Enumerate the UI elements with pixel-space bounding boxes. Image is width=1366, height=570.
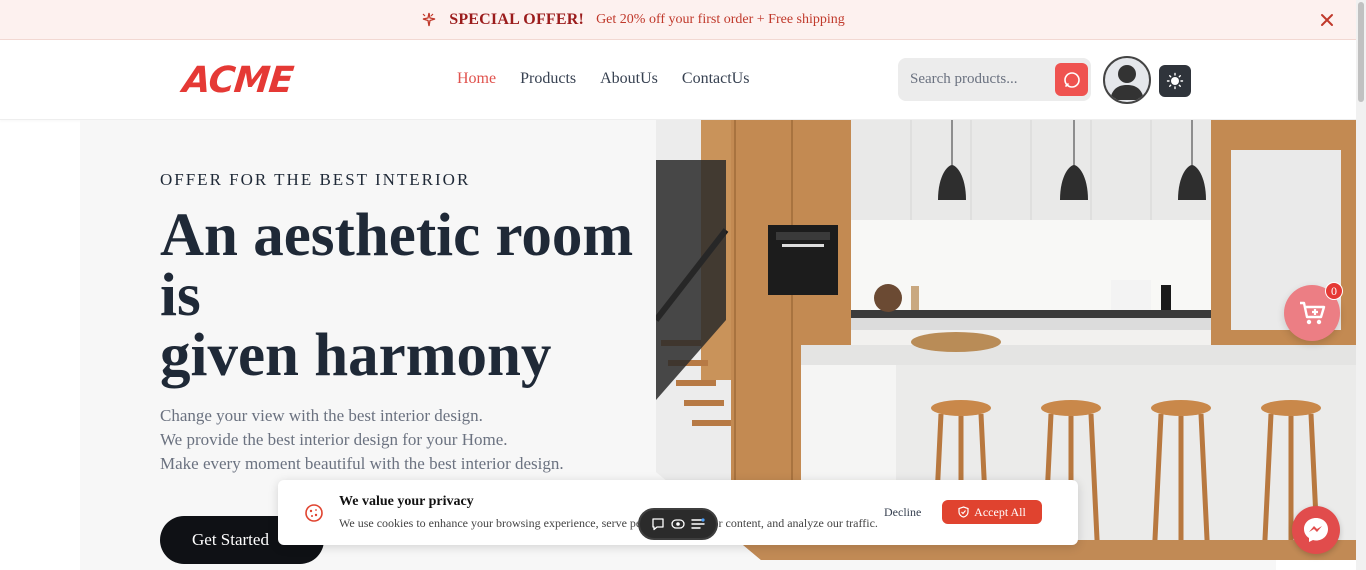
- user-avatar-button[interactable]: [1103, 56, 1151, 104]
- nav-item-products[interactable]: Products: [520, 70, 576, 88]
- cookie-icon: [304, 503, 324, 523]
- hero-subtitle: Change your view with the best interior …: [160, 404, 660, 476]
- search-icon: [1062, 70, 1082, 90]
- floating-toolbar: [638, 508, 718, 540]
- search-box: [898, 58, 1091, 101]
- accept-all-button[interactable]: Accept All: [942, 500, 1042, 524]
- main-nav: Home Products AboutUs ContactUs: [457, 70, 749, 88]
- user-avatar-icon: [1110, 65, 1144, 100]
- settings-list-icon[interactable]: [690, 516, 706, 532]
- search-input[interactable]: [910, 71, 1060, 88]
- shield-icon: [958, 506, 969, 518]
- decline-button[interactable]: Decline: [878, 500, 927, 524]
- promo-banner: SPECIAL OFFER! Get 20% off your first or…: [0, 0, 1356, 40]
- hero-eyebrow: OFFER FOR THE BEST INTERIOR: [160, 170, 471, 189]
- promo-title: SPECIAL OFFER!: [449, 10, 585, 28]
- promo-content: SPECIAL OFFER! Get 20% off your first or…: [421, 11, 845, 29]
- hero-title: An aesthetic room is given harmony: [160, 205, 660, 389]
- eye-toggle-icon[interactable]: [670, 516, 686, 532]
- promo-text: Get 20% off your first order + Free ship…: [596, 11, 845, 27]
- hero-title-line2: given harmony: [160, 322, 552, 389]
- cart-count-badge: 0: [1325, 282, 1343, 300]
- hero-text: OFFER FOR THE BEST INTERIOR An aesthetic…: [160, 170, 660, 476]
- close-icon[interactable]: [1318, 11, 1336, 29]
- theme-toggle-button[interactable]: [1159, 65, 1191, 97]
- chat-bubble-icon[interactable]: [650, 516, 666, 532]
- search-button[interactable]: [1055, 63, 1088, 96]
- cart-icon: [1300, 301, 1326, 325]
- cookie-text: We use cookies to enhance your browsing …: [339, 516, 878, 530]
- messenger-icon: [1304, 518, 1328, 542]
- nav-item-contactus[interactable]: ContactUs: [682, 70, 750, 88]
- cookie-title: We value your privacy: [339, 494, 474, 509]
- messenger-chat-button[interactable]: [1292, 506, 1340, 554]
- sun-icon: [1166, 72, 1184, 90]
- accept-all-label: Accept All: [974, 504, 1026, 519]
- hero-title-line1: An aesthetic room is: [160, 202, 634, 329]
- sparkle-icon: [421, 12, 437, 28]
- site-header: ACME Home Products AboutUs ContactUs: [0, 40, 1356, 120]
- hero-subtitle-line: Change your view with the best interior …: [160, 406, 483, 425]
- nav-item-aboutus[interactable]: AboutUs: [600, 70, 658, 88]
- nav-item-home[interactable]: Home: [457, 70, 496, 88]
- page-scrollbar[interactable]: [1356, 0, 1366, 570]
- site-logo[interactable]: ACME: [181, 60, 295, 101]
- hero-subtitle-line: Make every moment beautiful with the bes…: [160, 454, 564, 473]
- scrollbar-thumb[interactable]: [1358, 2, 1364, 102]
- get-started-label: Get Started: [192, 530, 269, 549]
- hero-subtitle-line: We provide the best interior design for …: [160, 430, 508, 449]
